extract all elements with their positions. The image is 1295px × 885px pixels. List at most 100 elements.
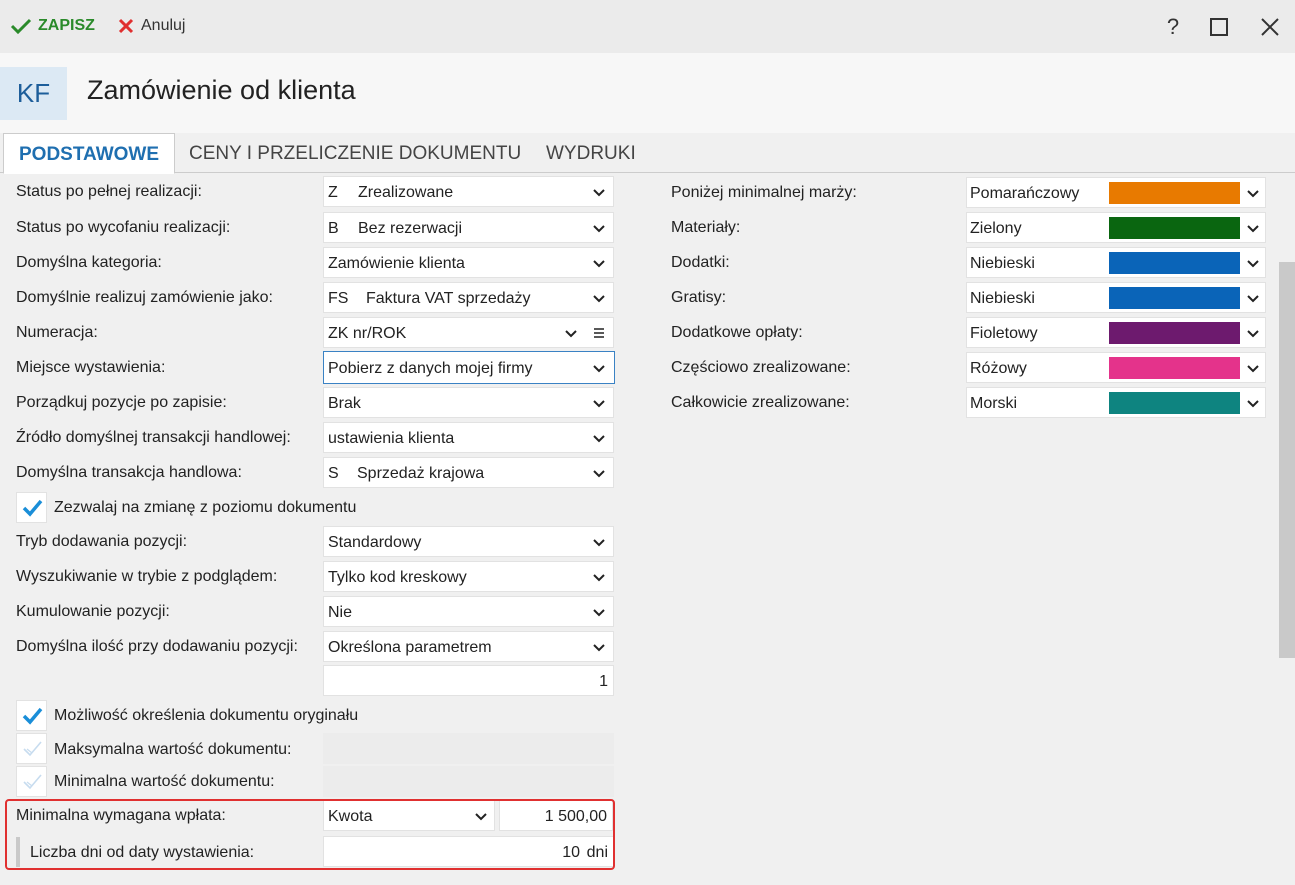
color-select-addons[interactable]: Niebieski (966, 247, 1266, 278)
unchecked-mark-icon (22, 773, 42, 789)
order-positions-label: Porządkuj pozycje po zapisie: (16, 394, 227, 411)
status-full-select[interactable]: Z Zrealizowane (323, 176, 614, 207)
issue-place-select[interactable]: Pobierz z danych mojej firmy (323, 351, 615, 384)
tab-wydruki[interactable]: WYDRUKI (531, 133, 651, 173)
color-select-materials[interactable]: Zielony (966, 212, 1266, 243)
order-positions-select[interactable]: Brak (323, 387, 614, 418)
color-select-extra-fees[interactable]: Fioletowy (966, 317, 1266, 348)
default-qty-label: Domyślna ilość przy dodawaniu pozycji: (16, 638, 298, 655)
maximize-icon (1210, 18, 1228, 36)
default-qty-param-input[interactable]: 1 (323, 665, 614, 696)
chevron-down-icon (1247, 295, 1259, 303)
color-swatch (1109, 252, 1240, 274)
tab-podstawowe[interactable]: PODSTAWOWE (3, 133, 176, 174)
color-name: Pomarańczowy (970, 185, 1080, 202)
color-row-label: Całkowicie zrealizowane: (671, 394, 850, 411)
close-icon (1261, 18, 1279, 36)
default-qty-value: Określona parametrem (328, 639, 492, 656)
cumulate-value: Nie (328, 604, 353, 621)
status-withdraw-value: Bez rezerwacji (358, 220, 463, 237)
chevron-down-icon (593, 539, 605, 547)
color-select-freebies[interactable]: Niebieski (966, 282, 1266, 313)
default-qty-select[interactable]: Określona parametrem (323, 631, 614, 662)
transaction-source-select[interactable]: ustawienia klienta (323, 422, 614, 453)
color-row-label: Dodatkowe opłaty: (671, 324, 803, 341)
chevron-down-icon (593, 365, 605, 373)
close-button[interactable] (1255, 12, 1285, 42)
chevron-down-icon (593, 609, 605, 617)
min-value-checkbox[interactable] (16, 766, 47, 797)
default-transaction-label: Domyślna transakcja handlowa: (16, 464, 242, 481)
color-select-below-margin[interactable]: Pomarańczowy (966, 177, 1266, 208)
color-swatch (1109, 357, 1240, 379)
highlight-frame (5, 799, 615, 870)
maximize-button[interactable] (1204, 12, 1234, 42)
tab-bar: PODSTAWOWE CENY I PRZELICZENIE DOKUMENTU… (0, 133, 1295, 174)
chevron-down-icon (593, 260, 605, 268)
allow-change-label: Zezwalaj na zmianę z poziomu dokumentu (54, 499, 357, 516)
color-name: Niebieski (970, 290, 1035, 307)
chevron-down-icon (593, 470, 605, 478)
max-value-label: Maksymalna wartość dokumentu: (54, 741, 292, 758)
status-withdraw-select[interactable]: B Bez rezerwacji (323, 212, 614, 243)
add-mode-value: Standardowy (328, 534, 422, 551)
tab-ceny[interactable]: CENY I PRZELICZENIE DOKUMENTU (174, 133, 536, 173)
cumulate-select[interactable]: Nie (323, 596, 614, 627)
default-transaction-value: Sprzedaż krajowa (357, 465, 485, 482)
save-label: ZAPISZ (38, 17, 95, 34)
original-doc-checkbox[interactable] (16, 700, 47, 731)
help-button[interactable]: ? (1158, 12, 1188, 42)
realize-as-select[interactable]: FS Faktura VAT sprzedaży (323, 282, 614, 313)
document-type-badge: KF (0, 67, 67, 120)
add-mode-select[interactable]: Standardowy (323, 526, 614, 557)
page-title: Zamówienie od klienta (87, 75, 356, 105)
color-row-label: Częściowo zrealizowane: (671, 359, 851, 376)
color-swatch (1109, 322, 1240, 344)
help-icon: ? (1166, 14, 1180, 39)
color-select-partial[interactable]: Różowy (966, 352, 1266, 383)
allow-change-checkbox[interactable] (16, 492, 47, 523)
checkmark-icon (22, 707, 42, 725)
color-name: Różowy (970, 360, 1027, 377)
checkmark-icon (10, 18, 32, 35)
issue-place-label: Miejsce wystawienia: (16, 359, 166, 376)
cancel-label: Anuluj (141, 17, 186, 34)
status-withdraw-label: Status po wycofaniu realizacji: (16, 219, 231, 236)
realize-as-code: FS (328, 290, 349, 307)
chevron-down-icon (593, 574, 605, 582)
default-category-label: Domyślna kategoria: (16, 254, 162, 271)
max-value-checkbox[interactable] (16, 733, 47, 764)
transaction-source-label: Źródło domyślnej transakcji handlowej: (16, 429, 291, 446)
chevron-down-icon (593, 644, 605, 652)
search-mode-select[interactable]: Tylko kod kreskowy (323, 561, 614, 592)
max-value-input (323, 733, 614, 764)
issue-place-value: Pobierz z danych mojej firmy (328, 360, 533, 377)
default-qty-param-value: 1 (599, 673, 608, 690)
default-category-value: Zamówienie klienta (328, 255, 465, 272)
status-full-value: Zrealizowane (358, 184, 454, 201)
numbering-label: Numeracja: (16, 324, 98, 341)
menu-icon[interactable] (590, 324, 608, 342)
color-row-label: Dodatki: (671, 254, 730, 271)
scrollbar-thumb[interactable] (1279, 262, 1295, 658)
toolbar: ZAPISZ Anuluj ? (0, 0, 1295, 53)
realize-as-label: Domyślnie realizuj zamówienie jako: (16, 289, 273, 306)
numbering-select[interactable]: ZK nr/ROK (323, 317, 614, 348)
color-name: Zielony (970, 220, 1022, 237)
color-row-label: Gratisy: (671, 289, 727, 306)
color-swatch (1109, 182, 1240, 204)
color-select-complete[interactable]: Morski (966, 387, 1266, 418)
save-button[interactable]: ZAPISZ (10, 15, 95, 37)
default-transaction-select[interactable]: S Sprzedaż krajowa (323, 457, 614, 488)
chevron-down-icon (1247, 365, 1259, 373)
chevron-down-icon (1247, 400, 1259, 408)
document-header: KF Zamówienie od klienta (0, 53, 1295, 133)
cancel-button[interactable]: Anuluj (117, 15, 185, 37)
color-name: Morski (970, 395, 1018, 412)
status-withdraw-code: B (328, 220, 339, 237)
add-mode-label: Tryb dodawania pozycji: (16, 533, 188, 550)
default-category-select[interactable]: Zamówienie klienta (323, 247, 614, 278)
chevron-down-icon (1247, 190, 1259, 198)
status-full-code: Z (328, 184, 338, 201)
color-row-label: Poniżej minimalnej marży: (671, 184, 857, 201)
